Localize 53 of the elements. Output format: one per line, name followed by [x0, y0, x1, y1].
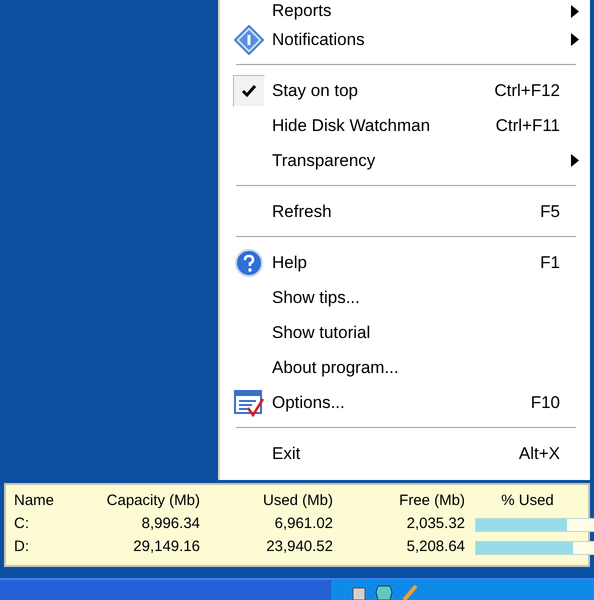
menu-item-label: Show tips...	[272, 286, 360, 309]
table-cell-text: D:	[14, 537, 30, 558]
tray-icon	[375, 584, 393, 600]
column-header: Used (Mb)	[262, 490, 333, 511]
column-header: % Used	[500, 490, 555, 511]
check-icon	[233, 74, 265, 106]
menu-item[interactable]: Hide Disk Watchman Ctrl+F11	[226, 108, 590, 143]
menu-item-label: Refresh	[272, 200, 332, 223]
submenu-arrow-icon	[571, 33, 579, 46]
shortcut-text: F1	[540, 252, 560, 274]
menu-item[interactable]: Exit Alt+X	[226, 436, 590, 471]
submenu-arrow-icon	[571, 154, 579, 167]
column-header: Free (Mb)	[398, 490, 465, 511]
tray-icon	[351, 586, 367, 600]
menu-item-label: Exit	[272, 442, 300, 465]
tray-icon	[401, 584, 419, 600]
menu-item[interactable]: Stay on top Ctrl+F12	[226, 73, 590, 108]
table-cell-text: 23,940.52	[265, 537, 333, 558]
form-check-icon	[234, 388, 264, 416]
table-cell-text: C:	[14, 514, 30, 534]
menu-item[interactable]: Help F1	[226, 245, 590, 280]
shortcut-text: Ctrl+F11	[496, 114, 560, 137]
menu-item[interactable]: About program...	[226, 350, 590, 385]
table-cell-text: 5,208.64	[406, 537, 465, 558]
menu-item[interactable]: Reports	[226, 0, 590, 22]
menu-item[interactable]: Show tips...	[226, 280, 590, 315]
help-icon	[235, 248, 263, 276]
menu-item-label: Notifications	[272, 28, 365, 51]
menu-item-label: About program...	[272, 356, 399, 379]
menu-item[interactable]: Refresh F5	[226, 194, 590, 229]
menu-item-label: Options...	[272, 392, 345, 414]
menu-item-label: Hide Disk Watchman	[272, 114, 430, 137]
submenu-arrow-icon	[571, 4, 579, 18]
shortcut-text: Ctrl+F12	[494, 80, 560, 102]
shortcut-text: F10	[530, 392, 560, 414]
table-cell-text: 2,035.32	[406, 514, 465, 534]
shortcut-text: F5	[540, 200, 560, 223]
menu-item-label: Transparency	[272, 150, 376, 172]
table-cell-text: 6,961.02	[274, 514, 333, 534]
table-cell-text: 8,996.34	[140, 514, 200, 534]
menu-item-label: Help	[272, 252, 307, 274]
menu-item[interactable]: Options... F10	[226, 385, 590, 420]
menu-item[interactable]: Notifications	[226, 22, 590, 57]
menu-item-label: Stay on top	[272, 80, 358, 102]
column-header: Name	[14, 490, 56, 511]
menu-item-label: Show tutorial	[272, 322, 370, 344]
menu-item[interactable]: Show tutorial	[226, 315, 590, 350]
menu-item-label: Reports	[272, 0, 332, 22]
info-diamond-icon	[234, 24, 264, 54]
column-header: Capacity (Mb)	[106, 490, 200, 511]
table-cell-text: 29,149.16	[132, 537, 200, 558]
shortcut-text: Alt+X	[518, 442, 560, 465]
menu-item[interactable]: Transparency	[226, 143, 590, 178]
